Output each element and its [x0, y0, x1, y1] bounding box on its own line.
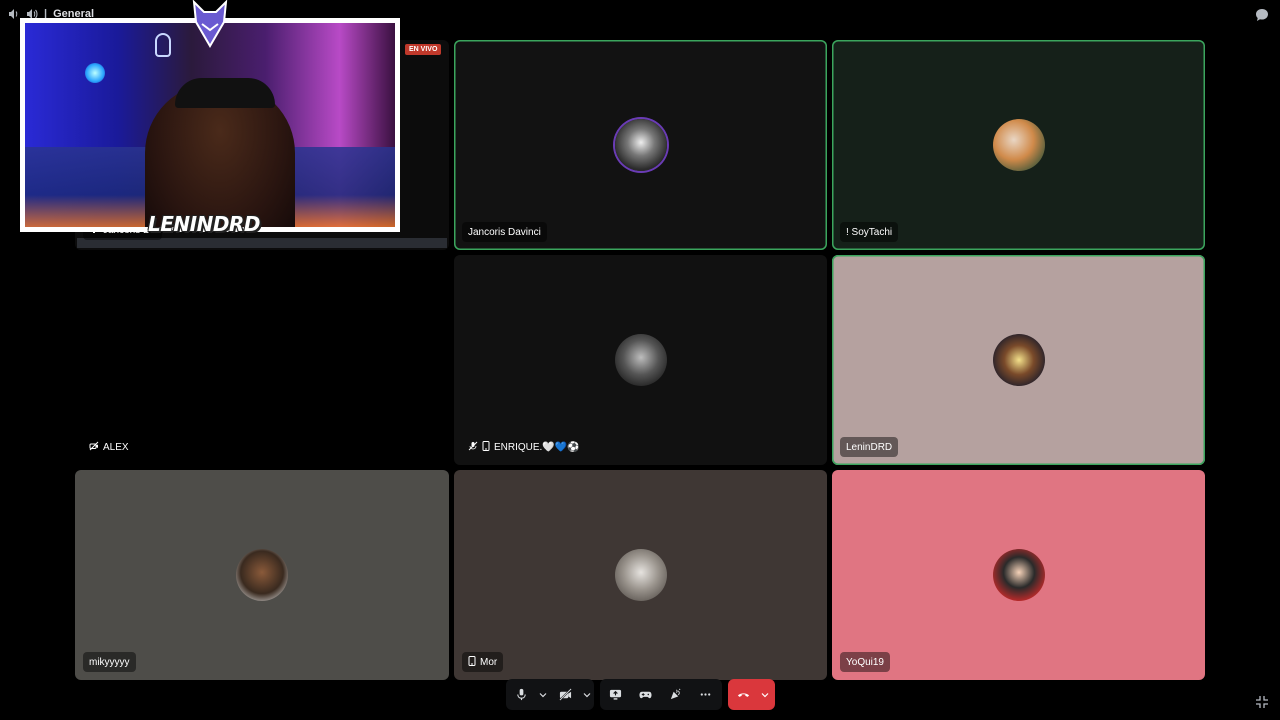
avatar	[992, 119, 1045, 171]
participant-tile[interactable]: ALEX	[75, 255, 449, 465]
participant-tile[interactable]: YoQui19	[832, 470, 1205, 680]
avatar	[992, 334, 1045, 386]
avatar	[614, 549, 667, 601]
participant-tile[interactable]: Jancoris Davinci	[454, 40, 827, 250]
soundboard-icon[interactable]	[660, 679, 690, 710]
stream-overlay	[20, 18, 400, 232]
hangup-icon[interactable]	[728, 679, 758, 710]
microphone-icon[interactable]	[506, 679, 536, 710]
avatar	[614, 334, 667, 386]
tile-name-label: Mor	[462, 652, 504, 672]
chat-icon[interactable]	[1254, 7, 1270, 23]
gamepad-icon[interactable]	[630, 679, 660, 710]
tile-name-label: YoQui19	[840, 652, 890, 672]
participant-tile[interactable]: mikyyyyy	[75, 470, 449, 680]
tile-name-label: Jancoris Davinci	[462, 222, 547, 242]
chevron-down-icon[interactable]	[758, 679, 772, 710]
voice-controls-group-1	[506, 679, 594, 710]
participant-tile[interactable]: ENRIQUE.🤍💙⚽	[454, 255, 827, 465]
camera-off-icon[interactable]	[550, 679, 580, 710]
stream-overlay-title: LENINDRD	[148, 212, 260, 236]
streamer-cap	[175, 78, 275, 108]
avatar	[614, 119, 667, 171]
participant-tile[interactable]: ! SoyTachi	[832, 40, 1205, 250]
tile-name-label: mikyyyyy	[83, 652, 136, 672]
avatar	[236, 549, 288, 601]
phone-icon	[482, 440, 490, 454]
screenshare-icon[interactable]	[600, 679, 630, 710]
collapse-icon[interactable]	[1254, 694, 1270, 710]
live-badge: EN VIVO	[405, 44, 442, 55]
muted-mic-icon	[468, 441, 478, 454]
participant-tile[interactable]: Mor	[454, 470, 827, 680]
participant-tile[interactable]: LeninDRD	[832, 255, 1205, 465]
muted-camera-icon	[89, 441, 99, 454]
tile-name-label: ALEX	[83, 437, 135, 457]
speaker-icon[interactable]	[8, 8, 20, 20]
chevron-down-icon[interactable]	[580, 679, 594, 710]
more-icon[interactable]	[690, 679, 720, 710]
tile-name-label: ENRIQUE.🤍💙⚽	[462, 437, 586, 457]
tile-name-label: LeninDRD	[840, 437, 899, 457]
voice-controls-group-2	[600, 679, 722, 710]
wolf-logo-icon	[190, 0, 230, 48]
tile-name-label: ! SoyTachi	[840, 222, 899, 242]
avatar	[992, 549, 1045, 601]
chevron-down-icon[interactable]	[536, 679, 550, 710]
lamp	[85, 63, 105, 83]
neon-sign	[155, 33, 171, 57]
hangup-button[interactable]	[728, 679, 775, 710]
phone-icon	[468, 655, 476, 669]
